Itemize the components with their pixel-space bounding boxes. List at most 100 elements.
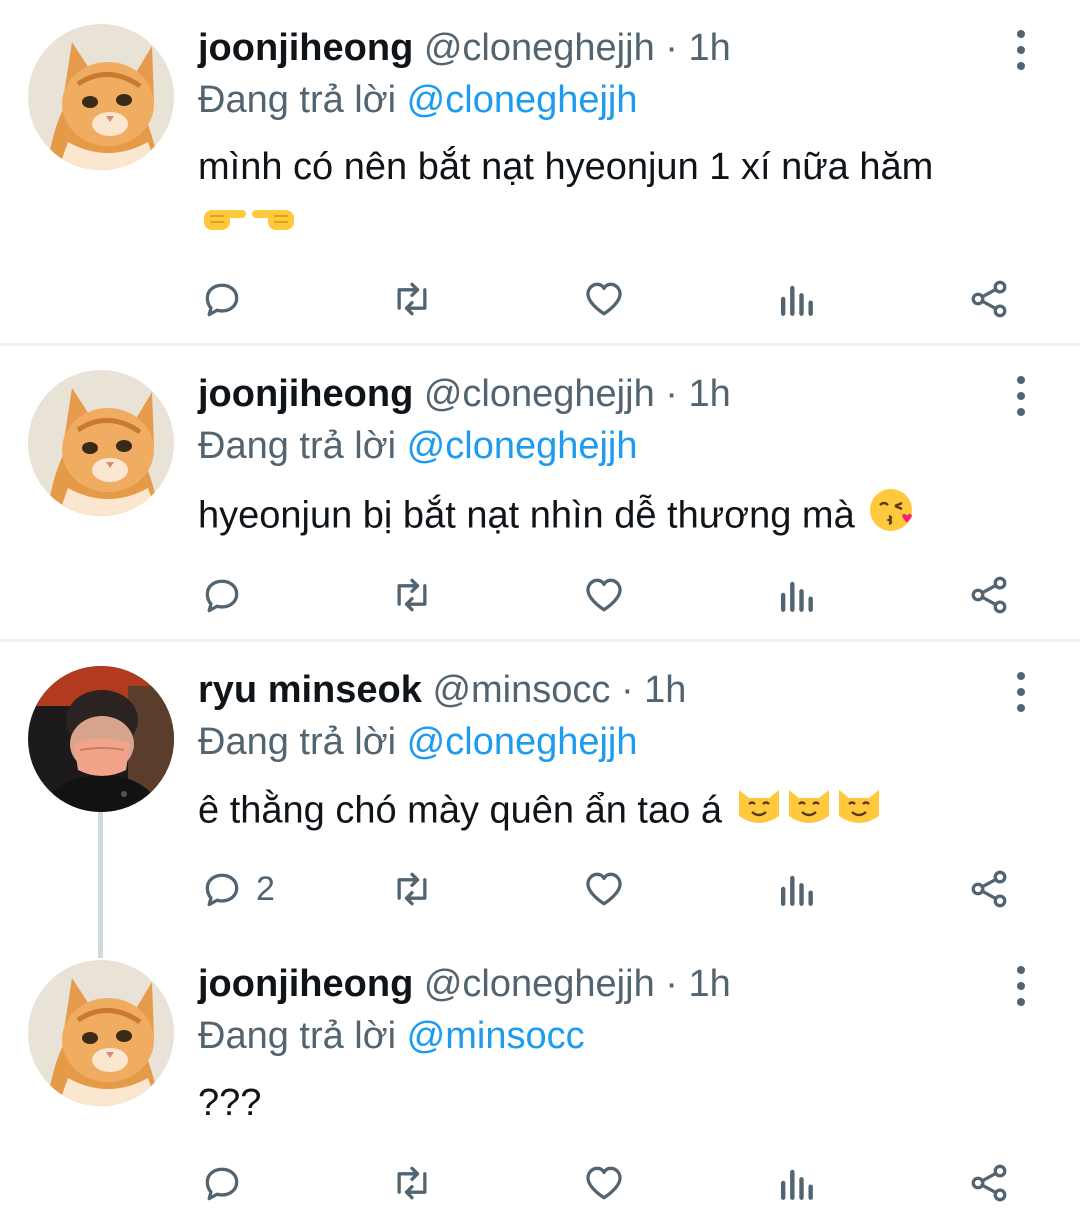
views-button[interactable] [776, 1158, 816, 1208]
avatar[interactable] [28, 24, 174, 170]
display-name[interactable]: joonjiheong [198, 373, 413, 415]
reply-button[interactable] [200, 570, 256, 620]
reply-button[interactable] [200, 1158, 256, 1208]
mention-link[interactable]: @cloneghejjh [407, 721, 638, 763]
share-icon [971, 576, 1007, 614]
avatar[interactable] [28, 666, 174, 812]
timestamp[interactable]: 1h [688, 963, 730, 1005]
replying-prefix: Đang trả lời [198, 1015, 397, 1057]
user-handle[interactable]: @cloneghejjh [424, 963, 655, 1005]
replying-to: Đang trả lời @minsocc [198, 1012, 585, 1060]
reply-button[interactable] [200, 274, 256, 324]
pointing-left-emoji [250, 194, 298, 253]
display-name[interactable]: joonjiheong [198, 27, 413, 69]
tweet-text: mình có nên bắt nạt hyeonjun 1 xí nữa hă… [198, 140, 1038, 253]
share-button[interactable] [966, 570, 1012, 620]
timestamp[interactable]: 1h [688, 27, 730, 69]
kissing-heart-emoji [867, 486, 915, 549]
timestamp[interactable]: 1h [644, 669, 686, 711]
more-vertical-icon[interactable] [1004, 30, 1038, 70]
views-icon [780, 1169, 813, 1200]
tweet-header: ryu minseok @minsocc · 1h [198, 666, 686, 714]
reply-icon [205, 873, 239, 907]
share-icon [971, 870, 1007, 908]
smiling-cat-emoji [835, 782, 883, 843]
user-handle[interactable]: @minsocc [432, 669, 610, 711]
tweet[interactable]: joonjiheong @cloneghejjh · 1h Đang trả l… [0, 0, 1080, 342]
retweet-button[interactable] [388, 1158, 436, 1208]
pointing-right-emoji [200, 194, 248, 253]
tweet-actions [0, 570, 1080, 620]
tweet-text: ??? [198, 1076, 1038, 1130]
share-button[interactable] [966, 274, 1012, 324]
tweet-text: ê thằng chó mày quên ẩn tao á [198, 782, 1038, 843]
tweet-body: ê thằng chó mày quên ẩn tao á [198, 789, 722, 832]
user-handle[interactable]: @cloneghejjh [424, 27, 655, 69]
like-button[interactable] [582, 864, 626, 914]
retweet-icon [397, 282, 427, 316]
tweet-text: hyeonjun bị bắt nạt nhìn dễ thương mà [198, 486, 1038, 549]
avatar[interactable] [28, 370, 174, 516]
replying-to: Đang trả lời @cloneghejjh [198, 76, 638, 124]
views-icon [780, 581, 813, 612]
user-handle[interactable]: @cloneghejjh [424, 373, 655, 415]
tweet-body: hyeonjun bị bắt nạt nhìn dễ thương mà [198, 494, 855, 537]
share-button[interactable] [966, 1158, 1012, 1208]
separator-dot: · [665, 373, 678, 415]
replying-to: Đang trả lời @cloneghejjh [198, 718, 638, 766]
views-button[interactable] [776, 864, 816, 914]
tweet-actions [0, 274, 1080, 324]
reply-button[interactable]: 2 [200, 864, 275, 914]
separator-dot: · [665, 27, 678, 69]
like-button[interactable] [582, 1158, 626, 1208]
more-vertical-icon[interactable] [1004, 672, 1038, 712]
like-button[interactable] [582, 570, 626, 620]
retweet-icon [397, 872, 427, 906]
views-icon [780, 285, 813, 316]
avatar[interactable] [28, 960, 174, 1106]
tweet[interactable]: ryu minseok @minsocc · 1h Đang trả lời @… [0, 642, 1080, 942]
mention-link[interactable]: @cloneghejjh [407, 425, 638, 467]
retweet-button[interactable] [388, 570, 436, 620]
more-vertical-icon[interactable] [1004, 376, 1038, 416]
replying-prefix: Đang trả lời [198, 721, 397, 763]
tweet-header: joonjiheong @cloneghejjh · 1h [198, 960, 731, 1008]
tweet-header: joonjiheong @cloneghejjh · 1h [198, 370, 731, 418]
replying-prefix: Đang trả lời [198, 425, 397, 467]
replying-prefix: Đang trả lời [198, 79, 397, 121]
retweet-button[interactable] [388, 274, 436, 324]
tweet-header: joonjiheong @cloneghejjh · 1h [198, 24, 731, 72]
smiling-cat-emoji [735, 782, 783, 843]
display-name[interactable]: ryu minseok [198, 669, 422, 711]
more-vertical-icon[interactable] [1004, 966, 1038, 1006]
tweet[interactable]: joonjiheong @cloneghejjh · 1h Đang trả l… [0, 936, 1080, 1231]
heart-icon [586, 872, 622, 906]
like-button[interactable] [582, 274, 626, 324]
display-name[interactable]: joonjiheong [198, 963, 413, 1005]
retweet-icon [397, 578, 427, 612]
share-icon [971, 1164, 1007, 1202]
tweet-body: ??? [198, 1082, 262, 1124]
smiling-cat-emoji [785, 782, 833, 843]
views-button[interactable] [776, 570, 816, 620]
reply-icon [205, 283, 239, 317]
tweet-actions: 2 [0, 864, 1080, 914]
tweet-body: mình có nên bắt nạt hyeonjun 1 xí nữa hă… [198, 146, 934, 188]
retweet-button[interactable] [388, 864, 436, 914]
views-icon [780, 875, 813, 906]
reply-icon [205, 579, 239, 613]
heart-icon [586, 578, 622, 612]
views-button[interactable] [776, 274, 816, 324]
tweet-actions [0, 1158, 1080, 1208]
share-button[interactable] [966, 864, 1012, 914]
replying-to: Đang trả lời @cloneghejjh [198, 422, 638, 470]
reply-count: 2 [256, 869, 275, 908]
tweet[interactable]: joonjiheong @cloneghejjh · 1h Đang trả l… [0, 346, 1080, 638]
heart-icon [586, 1166, 622, 1200]
separator-dot: · [620, 669, 634, 711]
timestamp[interactable]: 1h [688, 373, 730, 415]
retweet-icon [397, 1166, 427, 1200]
mention-link[interactable]: @cloneghejjh [407, 79, 638, 121]
separator-dot: · [665, 963, 678, 1005]
mention-link[interactable]: @minsocc [407, 1015, 585, 1057]
